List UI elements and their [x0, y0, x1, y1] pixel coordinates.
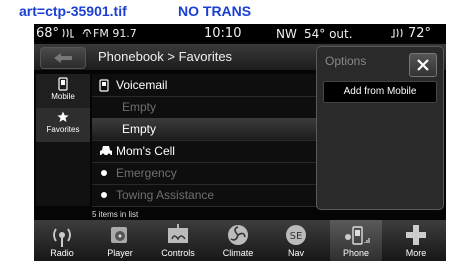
list-item-voicemail[interactable]: Voicemail: [92, 74, 322, 97]
dot-icon: [101, 170, 107, 176]
status-bar: 68° FM 91.7 10:10 NW 54° out. 72°: [34, 24, 446, 42]
passenger-temp[interactable]: 72°: [408, 26, 431, 41]
nav-label: Phone: [342, 248, 370, 258]
compass-icon: SE: [286, 225, 306, 245]
nav-label: More: [405, 248, 427, 258]
nav-controls-button[interactable]: Controls: [152, 220, 204, 261]
nav-label: Radio: [50, 248, 74, 258]
list-item-label: Empty: [122, 122, 157, 136]
nav-climate-button[interactable]: Climate: [212, 220, 264, 261]
close-icon: [417, 59, 429, 71]
nav-phone-button[interactable]: Phone: [330, 220, 382, 261]
list-item-label: Towing Assistance: [116, 188, 215, 202]
options-panel: Options Add from Mobile: [316, 46, 444, 210]
bottom-nav-bar: Radio Player Controls Climate SE Nav Pho…: [34, 220, 446, 261]
sidebar: Mobile Favorites: [36, 74, 90, 206]
list-item-label: Emergency: [116, 166, 177, 180]
controls-icon: [168, 224, 188, 243]
dot-icon: [101, 192, 107, 198]
svg-text:SE: SE: [290, 231, 303, 242]
outside-temp: 54° out.: [304, 27, 353, 41]
nav-player-button[interactable]: Player: [94, 220, 146, 261]
list-item-empty-selected[interactable]: Empty: [92, 118, 322, 141]
star-icon: [57, 111, 69, 122]
climate-icon: [228, 225, 248, 245]
list-item-towing-assistance[interactable]: Towing Assistance: [92, 184, 322, 207]
sidebar-item-label: Mobile: [51, 92, 75, 101]
sidebar-item-label: Favorites: [46, 125, 80, 134]
breadcrumb: Phonebook > Favorites: [98, 49, 233, 64]
nav-label: Player: [107, 248, 133, 258]
back-arrow-icon: [54, 53, 72, 63]
phonebook-list: Voicemail Empty Empty Mom's Cell Emergen…: [92, 74, 322, 207]
player-icon: [111, 227, 127, 243]
options-title: Options: [325, 54, 367, 68]
list-item-moms-cell[interactable]: Mom's Cell: [92, 140, 322, 163]
image-header: art=ctp-35901.tif NO TRANS: [0, 0, 451, 24]
nav-radio-button[interactable]: Radio: [36, 220, 88, 261]
list-item-label: Mom's Cell: [116, 144, 175, 158]
passenger-seat-heat-icon[interactable]: [390, 27, 406, 39]
sidebar-item-favorites[interactable]: Favorites: [36, 108, 90, 142]
file-tag: art=ctp-35901.tif: [19, 3, 127, 19]
back-button[interactable]: [40, 47, 86, 69]
mobile-icon: [58, 77, 68, 91]
nav-nav-button[interactable]: SE Nav: [270, 220, 322, 261]
uconnect-screen: 68° FM 91.7 10:10 NW 54° out. 72° Phoneb…: [34, 24, 446, 261]
radio-icon: [53, 228, 71, 247]
close-options-button[interactable]: [409, 53, 437, 77]
list-item-empty[interactable]: Empty: [92, 96, 322, 119]
radio-station[interactable]: FM 91.7: [93, 27, 137, 40]
radio-signal-icon: [82, 29, 92, 37]
sidebar-item-mobile[interactable]: Mobile: [36, 74, 90, 109]
compass-heading: NW: [276, 27, 297, 41]
list-item-emergency[interactable]: Emergency: [92, 162, 322, 185]
plus-icon: [406, 225, 426, 245]
list-item-label: Voicemail: [116, 78, 168, 92]
vehicle-icon: [100, 146, 112, 157]
phone-icon: [345, 226, 370, 245]
nav-label: Nav: [287, 248, 304, 258]
nav-more-button[interactable]: More: [390, 220, 442, 261]
nav-label: Climate: [222, 248, 254, 258]
add-from-mobile-button[interactable]: Add from Mobile: [323, 81, 437, 103]
translation-note: NO TRANS: [178, 3, 252, 19]
driver-temp[interactable]: 68°: [36, 26, 59, 41]
voicemail-icon: [99, 79, 109, 92]
clock: 10:10: [204, 26, 242, 41]
driver-seat-heat-icon[interactable]: [61, 27, 75, 39]
list-item-count: 5 items in list: [92, 210, 139, 219]
nav-label: Controls: [161, 248, 195, 258]
list-item-label: Empty: [122, 100, 157, 114]
